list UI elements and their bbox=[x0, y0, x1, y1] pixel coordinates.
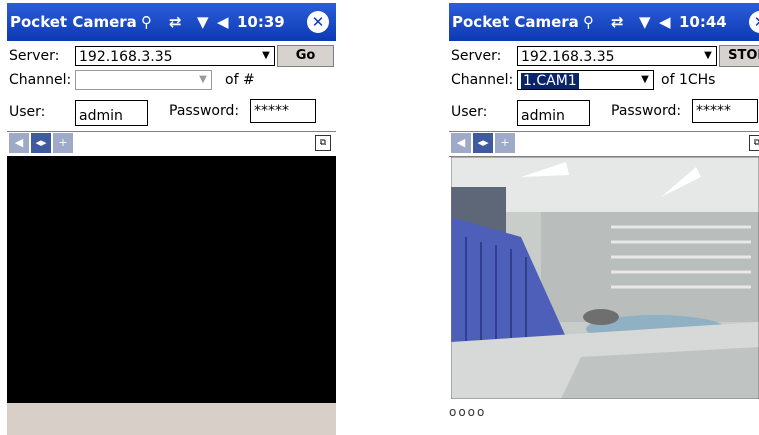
user-value: admin bbox=[521, 108, 565, 124]
sync-icon[interactable]: ⇄ bbox=[169, 3, 182, 41]
pan-icon[interactable]: ◂▸ bbox=[31, 133, 51, 153]
close-icon[interactable]: ✕ bbox=[307, 11, 329, 33]
password-value: ***** bbox=[254, 103, 289, 119]
chevron-down-icon[interactable]: ▼ bbox=[195, 71, 211, 89]
bottom-bar bbox=[7, 403, 336, 435]
server-dropdown[interactable]: 192.168.3.35 ▼ bbox=[75, 46, 275, 66]
chevron-down-icon[interactable]: ▼ bbox=[700, 47, 716, 65]
password-label: Password: bbox=[169, 103, 240, 119]
left-device-screen: Pocket Camera ⚲ ⇄ ▼ ◀ 10:39 ✕ Server: 19… bbox=[7, 0, 336, 435]
password-input[interactable]: ***** bbox=[692, 99, 758, 123]
channel-label: Channel: bbox=[9, 72, 72, 88]
chevron-left-icon[interactable]: ◀ bbox=[451, 133, 471, 153]
user-value: admin bbox=[79, 108, 123, 124]
connectivity-icon[interactable]: ⚲ bbox=[583, 3, 594, 41]
server-label: Server: bbox=[451, 48, 502, 64]
plus-icon[interactable]: + bbox=[53, 133, 73, 153]
user-label: User: bbox=[451, 104, 488, 120]
title-bar: Pocket Camera ⚲ ⇄ ▼ ◀ 10:39 ✕ bbox=[7, 3, 336, 41]
chevron-down-icon[interactable]: ▼ bbox=[258, 47, 274, 65]
volume-icon[interactable]: ◀ bbox=[659, 3, 671, 41]
signal-icon[interactable]: ▼ bbox=[639, 3, 651, 41]
video-display[interactable] bbox=[7, 156, 336, 403]
stop-button[interactable]: STOP bbox=[719, 45, 759, 67]
server-dropdown[interactable]: 192.168.3.35 ▼ bbox=[517, 46, 717, 66]
camera-feed[interactable] bbox=[451, 157, 759, 399]
plus-icon[interactable]: + bbox=[495, 133, 515, 153]
chevron-down-icon[interactable]: ▼ bbox=[637, 71, 653, 89]
app-title: Pocket Camera bbox=[10, 13, 137, 31]
volume-icon[interactable]: ◀ bbox=[217, 3, 229, 41]
status-indicator: oooo bbox=[449, 405, 487, 419]
camera-frame-image bbox=[451, 157, 759, 399]
server-value: 192.168.3.35 bbox=[79, 49, 173, 65]
sync-icon[interactable]: ⇄ bbox=[611, 3, 624, 41]
password-label: Password: bbox=[611, 103, 682, 119]
user-input[interactable]: admin bbox=[517, 100, 590, 126]
chevron-left-icon[interactable]: ◀ bbox=[9, 133, 29, 153]
clock: 10:44 bbox=[679, 13, 727, 31]
channel-value: 1.CAM1 bbox=[521, 73, 579, 89]
user-input[interactable]: admin bbox=[75, 100, 148, 126]
channel-label: Channel: bbox=[451, 72, 514, 88]
password-input[interactable]: ***** bbox=[250, 99, 316, 123]
connectivity-icon[interactable]: ⚲ bbox=[141, 3, 152, 41]
video-toolbar: ◀ ◂▸ + ⧉ bbox=[7, 131, 336, 157]
title-bar: Pocket Camera ⚲ ⇄ ▼ ◀ 10:44 ✕ bbox=[449, 3, 759, 41]
fullscreen-icon[interactable]: ⧉ bbox=[315, 135, 331, 151]
user-label: User: bbox=[9, 104, 46, 120]
channel-dropdown[interactable]: ▼ bbox=[75, 70, 212, 90]
server-label: Server: bbox=[9, 48, 60, 64]
clock: 10:39 bbox=[237, 13, 285, 31]
password-value: ***** bbox=[696, 103, 731, 119]
server-value: 192.168.3.35 bbox=[521, 49, 615, 65]
close-icon[interactable]: ✕ bbox=[749, 11, 759, 33]
channel-count: of # bbox=[225, 72, 255, 88]
right-device-screen: Pocket Camera ⚲ ⇄ ▼ ◀ 10:44 ✕ Server: 19… bbox=[449, 0, 759, 435]
channel-count: of 1CHs bbox=[661, 72, 716, 88]
fullscreen-icon[interactable]: ⧉ bbox=[749, 135, 759, 151]
signal-icon[interactable]: ▼ bbox=[197, 3, 209, 41]
channel-dropdown[interactable]: 1.CAM1 ▼ bbox=[517, 70, 654, 90]
app-title: Pocket Camera bbox=[452, 13, 579, 31]
go-button[interactable]: Go bbox=[277, 45, 334, 67]
video-toolbar: ◀ ◂▸ + ⧉ bbox=[449, 131, 759, 157]
pan-icon[interactable]: ◂▸ bbox=[473, 133, 493, 153]
